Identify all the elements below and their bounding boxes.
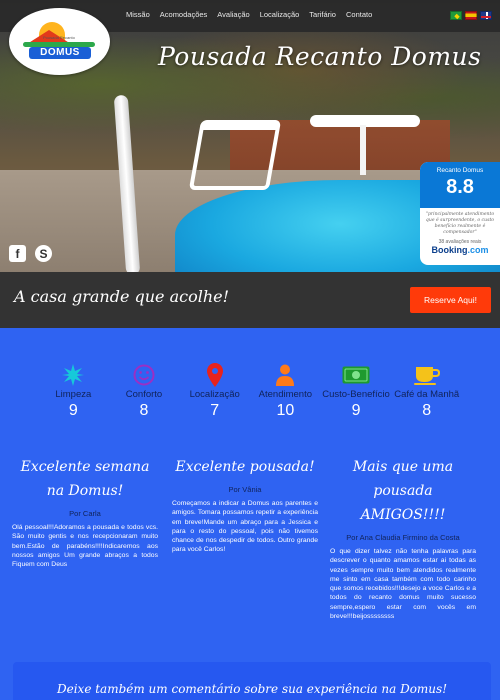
- rating-atendimento: Atendimento 10: [250, 362, 321, 420]
- rating-conforto: Conforto 8: [109, 362, 180, 420]
- rating-label: Café da Manhã: [394, 389, 460, 400]
- rating-label: Custo-Benefício: [322, 389, 390, 400]
- nav-item-missao[interactable]: Missão: [126, 10, 150, 19]
- logo-subtext: Pousada Recanto: [43, 35, 75, 40]
- rating-localizacao: Localização 7: [179, 362, 250, 420]
- brazil-flag-icon[interactable]: [450, 11, 462, 20]
- rating-label: Localização: [189, 389, 240, 400]
- money-icon: [321, 362, 392, 387]
- booking-brand-dot: .com: [467, 245, 489, 255]
- rating-value: 9: [68, 402, 78, 419]
- booking-brand-main: Booking: [431, 245, 468, 255]
- testimonial-text: O que dizer talvez não tenha palavras pa…: [330, 548, 476, 621]
- hero-photo-chair: [188, 120, 282, 190]
- rating-label: Atendimento: [258, 389, 313, 400]
- coffee-cup-icon: [391, 362, 462, 387]
- facebook-icon[interactable]: f: [9, 245, 26, 262]
- main-nav: Missão Acomodações Avaliação Localização…: [126, 10, 372, 19]
- booking-score: 8.8: [446, 176, 474, 198]
- booking-header: Recanto Domus 8.8: [420, 162, 500, 208]
- testimonial-card: Excelente pousada! Por Vânia Começamos a…: [172, 455, 318, 555]
- nav-item-contato[interactable]: Contato: [346, 10, 372, 19]
- testimonial-text: Olá pessoal!!!Adoramos a pousada e todos…: [12, 524, 158, 569]
- nav-item-localizacao[interactable]: Localização: [260, 10, 300, 19]
- spain-flag-icon[interactable]: [465, 11, 477, 20]
- rating-value: 10: [276, 402, 295, 419]
- sparkle-icon: [38, 362, 109, 387]
- comment-cta-text: Deixe também um comentário sobre sua exp…: [56, 682, 448, 696]
- testimonial-title: Excelente pousada!: [175, 459, 315, 475]
- ratings-row: Limpeza 9 Conforto 8 Localização 7 Atend…: [38, 362, 462, 420]
- testimonial-card: Mais que uma pousada AMIGOS!!!! Por Ana …: [330, 455, 476, 621]
- nav-item-avaliacao[interactable]: Avaliação: [217, 10, 249, 19]
- comment-cta-band[interactable]: Deixe também um comentário sobre sua exp…: [13, 662, 491, 700]
- testimonial-author: Por Carla: [69, 509, 101, 518]
- nav-item-tarifario[interactable]: Tarifário: [309, 10, 336, 19]
- testimonial-title: Mais que uma pousada AMIGOS!!!!: [352, 459, 454, 523]
- domus-logo[interactable]: Pousada Recanto DOMUS: [9, 8, 110, 75]
- logo-text: DOMUS: [29, 47, 91, 59]
- rating-custo-beneficio: Custo-Benefício 9: [321, 362, 392, 420]
- reserve-button[interactable]: Reserve Aqui!: [410, 287, 491, 313]
- rating-value: 8: [422, 402, 432, 419]
- nav-item-acomodacoes[interactable]: Acomodações: [160, 10, 208, 19]
- skype-icon[interactable]: S: [35, 245, 52, 262]
- person-icon: [250, 362, 321, 387]
- rating-label: Limpeza: [55, 389, 92, 400]
- testimonials-section: Excelente semana na Domus! Por Carla Olá…: [0, 455, 500, 655]
- map-pin-icon: [179, 362, 250, 387]
- rating-value: 7: [210, 402, 220, 419]
- hero-photo-table-leg: [360, 125, 366, 175]
- language-selector: [450, 11, 492, 20]
- rating-label: Conforto: [125, 389, 163, 400]
- smiley-icon: [109, 362, 180, 387]
- rating-cafe-da-manha: Café da Manhã 8: [391, 362, 462, 420]
- rating-limpeza: Limpeza 9: [38, 362, 109, 420]
- rating-value: 8: [139, 402, 149, 419]
- booking-quote: "principalmente atendimento que é surpre…: [425, 212, 495, 235]
- hero-banner: Missão Acomodações Avaliação Localização…: [0, 0, 500, 272]
- booking-logo: Booking.com: [420, 245, 500, 255]
- booking-rating-widget[interactable]: Recanto Domus 8.8 "principalmente atendi…: [420, 162, 500, 265]
- booking-property-name: Recanto Domus: [436, 167, 484, 174]
- rating-value: 9: [351, 402, 361, 419]
- social-links: f S: [9, 245, 52, 262]
- testimonial-card: Excelente semana na Domus! Por Carla Olá…: [12, 455, 158, 569]
- hero-title: Pousada Recanto Domus: [158, 42, 482, 71]
- testimonial-author: Por Vânia: [228, 485, 262, 494]
- uk-flag-icon[interactable]: [480, 11, 492, 20]
- testimonial-author: Por Ana Claudia Firmino da Costa: [346, 533, 460, 542]
- tagline-text: A casa grande que acolhe!: [14, 287, 230, 306]
- testimonial-text: Começamos a indicar a Domus aos parentes…: [172, 500, 318, 554]
- testimonial-title: Excelente semana na Domus!: [20, 459, 150, 499]
